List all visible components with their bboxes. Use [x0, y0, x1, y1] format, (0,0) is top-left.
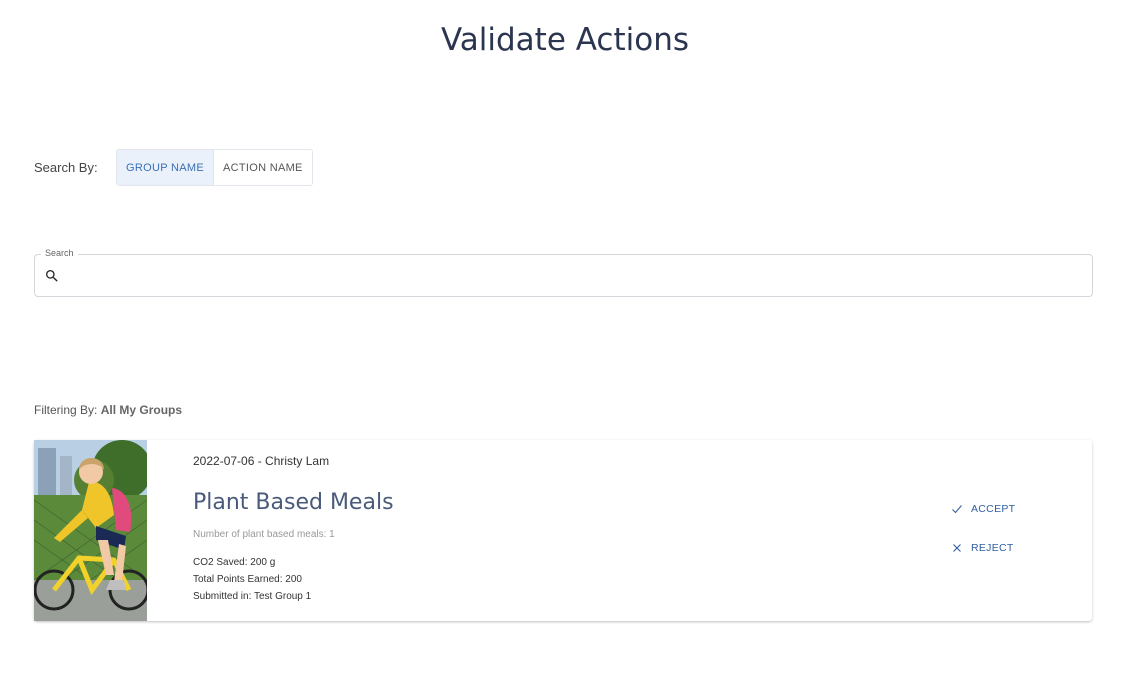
filter-label: Filtering By: — [34, 403, 98, 417]
action-stats: CO2 Saved: 200 g Total Points Earned: 20… — [193, 554, 311, 605]
toggle-action-name[interactable]: ACTION NAME — [213, 150, 312, 185]
reject-label: REJECT — [971, 542, 1014, 554]
action-title: Plant Based Meals — [193, 490, 394, 515]
check-icon — [952, 505, 962, 514]
search-input[interactable] — [67, 263, 1077, 289]
accept-label: ACCEPT — [971, 503, 1016, 515]
accept-button[interactable]: ACCEPT — [951, 503, 1015, 515]
search-icon — [46, 270, 58, 282]
page-title: Validate Actions — [440, 22, 689, 58]
search-by-toggle-group: GROUP NAME ACTION NAME — [116, 149, 313, 186]
search-by-label: Search By: — [34, 160, 98, 175]
co2-saved: CO2 Saved: 200 g — [193, 557, 276, 568]
points-earned: Total Points Earned: 200 — [193, 574, 302, 585]
filter-line: Filtering By: All My Groups — [34, 403, 182, 417]
action-meta: 2022-07-06 - Christy Lam — [193, 454, 330, 468]
submitted-group: Submitted in: Test Group 1 — [193, 591, 312, 602]
filter-value: All My Groups — [100, 403, 183, 417]
search-field[interactable]: Search — [34, 248, 1093, 297]
search-legend: Search — [41, 248, 78, 258]
search-by: Search By: GROUP NAME ACTION NAME — [34, 149, 313, 186]
action-card: 2022-07-06 - Christy Lam Plant Based Mea… — [34, 440, 1092, 621]
cyclist-photo-icon — [34, 440, 147, 621]
reject-button[interactable]: REJECT — [951, 542, 1014, 554]
toggle-group-name[interactable]: GROUP NAME — [117, 150, 214, 185]
close-icon — [953, 544, 961, 552]
action-description: Number of plant based meals: 1 — [193, 529, 335, 540]
action-photo — [34, 440, 147, 621]
